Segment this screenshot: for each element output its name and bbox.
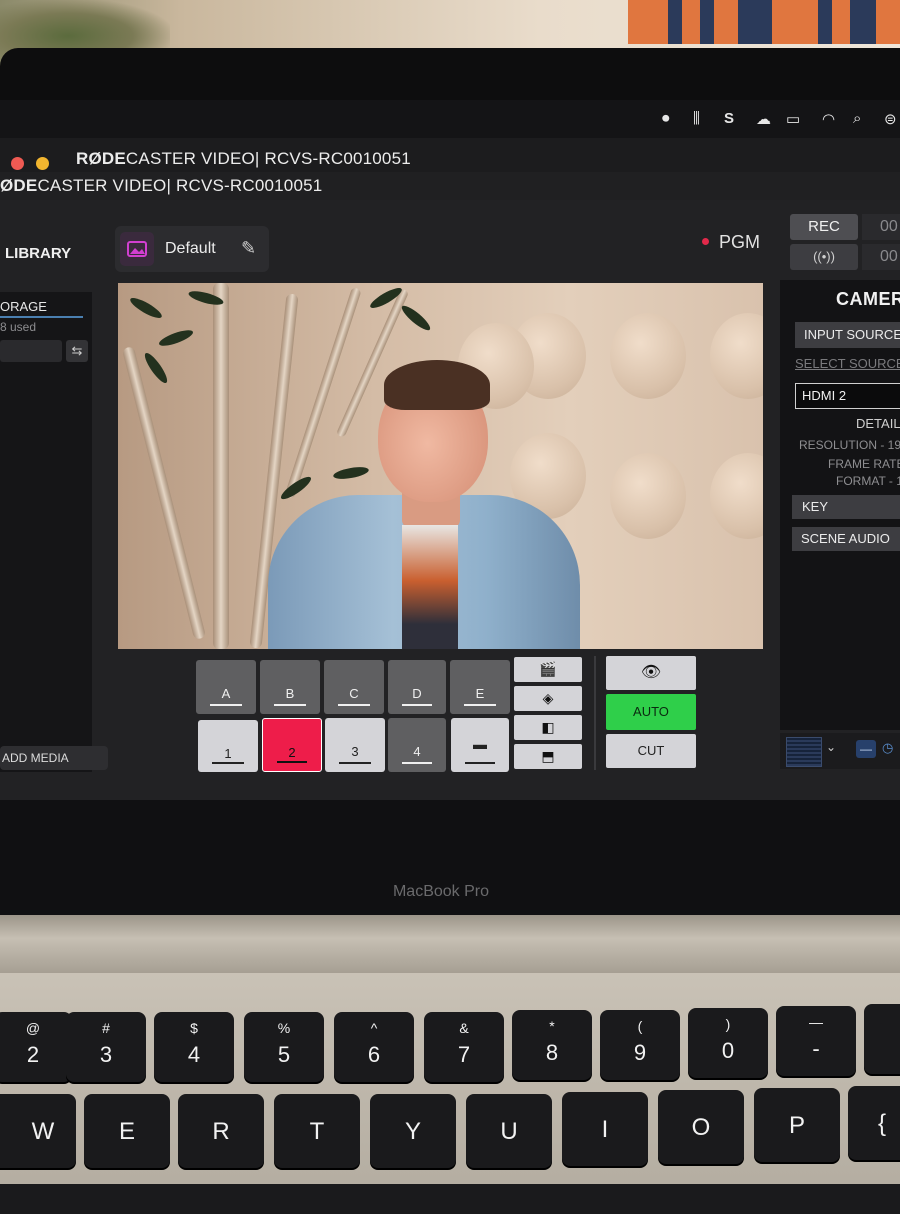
details-heading: DETAILS bbox=[856, 416, 900, 431]
scene-audio-button[interactable]: SCENE AUDIO bbox=[792, 527, 900, 551]
window-title: RØDECASTER VIDEO| RCVS-RC0010051 bbox=[76, 149, 411, 168]
brand-logo: RØDE bbox=[76, 149, 126, 168]
keyboard-next-row bbox=[0, 1184, 900, 1214]
scene-name: Default bbox=[165, 240, 216, 257]
key-r[interactable]: R bbox=[178, 1094, 264, 1168]
storage-tab[interactable]: ORAGE bbox=[0, 299, 47, 314]
key-t[interactable]: T bbox=[274, 1094, 360, 1168]
battery-icon[interactable]: ▭ bbox=[786, 110, 800, 128]
format-value: FORMAT - 1 bbox=[836, 474, 900, 488]
macbook-pro-label: MacBook Pro bbox=[392, 883, 490, 900]
storage-used: 8 used bbox=[0, 320, 37, 334]
layers-icon[interactable]: ◈ bbox=[514, 686, 582, 711]
key-o[interactable]: O bbox=[658, 1090, 744, 1164]
key-3[interactable]: #3 bbox=[66, 1012, 146, 1082]
app-title: ØDECASTER VIDEO| RCVS-RC0010051 bbox=[0, 176, 323, 195]
pgm-label: PGM bbox=[719, 232, 761, 252]
key-w[interactable]: W bbox=[0, 1094, 76, 1168]
clapper-icon[interactable]: 🎬 bbox=[514, 657, 582, 682]
edit-icon[interactable]: ✎ bbox=[241, 238, 256, 259]
key-9[interactable]: (9 bbox=[600, 1010, 680, 1080]
wifi-icon[interactable]: ◠ bbox=[822, 110, 835, 128]
library-tab[interactable]: LIBRARY bbox=[5, 245, 71, 262]
auto-transition-button[interactable]: AUTO bbox=[606, 694, 696, 730]
key-u[interactable]: U bbox=[466, 1094, 552, 1168]
cloud-icon[interactable]: ☁ bbox=[756, 110, 771, 128]
key-section-button[interactable]: KEY bbox=[792, 495, 900, 519]
resolution-value: RESOLUTION - 19 bbox=[799, 438, 900, 452]
eye-icon: 👁 bbox=[640, 664, 662, 681]
s-app-icon[interactable]: S bbox=[724, 110, 734, 127]
record-stop-icon[interactable]: ⏺ bbox=[662, 110, 670, 127]
broadcast-icon: ((•)) bbox=[813, 249, 835, 264]
input-button-5[interactable]: ▬ bbox=[451, 718, 509, 772]
picture-in-picture-icon[interactable]: ◧ bbox=[514, 715, 582, 740]
keyhole-icon[interactable]: ⬒ bbox=[514, 744, 582, 769]
input-source-tab[interactable]: INPUT SOURCE bbox=[795, 322, 900, 348]
key-7[interactable]: & 7 bbox=[424, 1012, 504, 1082]
key-y[interactable]: Y bbox=[370, 1094, 456, 1168]
presenter-hair bbox=[384, 360, 490, 410]
library-search-input[interactable] bbox=[0, 340, 62, 362]
switcher-divider bbox=[594, 656, 596, 770]
key-p[interactable]: P bbox=[754, 1088, 840, 1162]
inspector-title: CAMER bbox=[836, 289, 900, 309]
audio-meter-icon[interactable]: ⫼ bbox=[693, 110, 700, 127]
select-source-label: SELECT SOURCE bbox=[795, 356, 900, 371]
add-media-button[interactable]: ADD MEDIA bbox=[0, 746, 108, 770]
background-poster bbox=[628, 0, 900, 44]
scene-button-b[interactable]: B bbox=[260, 660, 320, 714]
key-8[interactable]: * 8 bbox=[512, 1010, 592, 1080]
filter-icon[interactable]: ⇆ bbox=[66, 340, 88, 362]
key-left-brace[interactable]: { bbox=[848, 1086, 900, 1160]
input-button-1[interactable]: 1 bbox=[198, 720, 258, 772]
key-i[interactable]: I bbox=[562, 1092, 648, 1166]
input-button-3[interactable]: 3 bbox=[325, 718, 385, 772]
cut-transition-button[interactable]: CUT bbox=[606, 734, 696, 768]
minimize-window-button[interactable] bbox=[36, 157, 49, 170]
key-equals[interactable] bbox=[864, 1004, 900, 1074]
image-icon bbox=[120, 232, 154, 266]
presenter-shirt bbox=[402, 525, 458, 649]
storage-tab-underline bbox=[0, 316, 83, 318]
record-timer: 00 bbox=[862, 214, 900, 240]
pgm-indicator-dot bbox=[702, 238, 709, 245]
control-center-icon[interactable]: ⊜ bbox=[884, 110, 897, 128]
brand-logo-partial: ØDE bbox=[0, 176, 38, 195]
search-icon[interactable]: ⌕ bbox=[853, 110, 861, 127]
library-panel bbox=[0, 292, 92, 772]
key-e[interactable]: E bbox=[84, 1094, 170, 1168]
key-5[interactable]: % 5 bbox=[244, 1012, 324, 1082]
input-button-2-active[interactable]: 2 bbox=[262, 718, 322, 772]
stream-timer: 00 bbox=[862, 244, 900, 270]
minus-button[interactable]: — bbox=[856, 740, 876, 758]
preview-eye-button[interactable]: 👁 bbox=[606, 656, 696, 690]
device-id: RCVS-RC0010051 bbox=[264, 149, 411, 168]
key-4[interactable]: $4 bbox=[154, 1012, 234, 1082]
key-minus[interactable]: — - bbox=[776, 1006, 856, 1076]
key-6[interactable]: ^ 6 bbox=[334, 1012, 414, 1082]
chevron-down-icon[interactable]: ⌄ bbox=[826, 740, 836, 754]
close-window-button[interactable] bbox=[11, 157, 24, 170]
clock-icon[interactable]: ◷ bbox=[882, 740, 893, 756]
input-button-4[interactable]: 4 bbox=[388, 718, 446, 772]
scene-button-e[interactable]: E bbox=[450, 660, 510, 714]
key-2[interactable]: @2 bbox=[0, 1012, 72, 1082]
scene-button-a[interactable]: A bbox=[196, 660, 256, 714]
scene-button-d[interactable]: D bbox=[388, 660, 446, 714]
laptop-hinge bbox=[0, 915, 900, 973]
layout-thumbnail[interactable] bbox=[786, 737, 822, 767]
rec-button[interactable]: REC bbox=[790, 214, 858, 240]
product-name: CASTER VIDEO bbox=[125, 149, 255, 168]
scene-button-c[interactable]: C bbox=[324, 660, 384, 714]
source-dropdown[interactable]: HDMI 2 bbox=[795, 383, 900, 409]
stream-button[interactable]: ((•)) bbox=[790, 244, 858, 270]
frame-rate-value: FRAME RATE bbox=[828, 457, 900, 471]
key-0[interactable]: ) 0 bbox=[688, 1008, 768, 1078]
